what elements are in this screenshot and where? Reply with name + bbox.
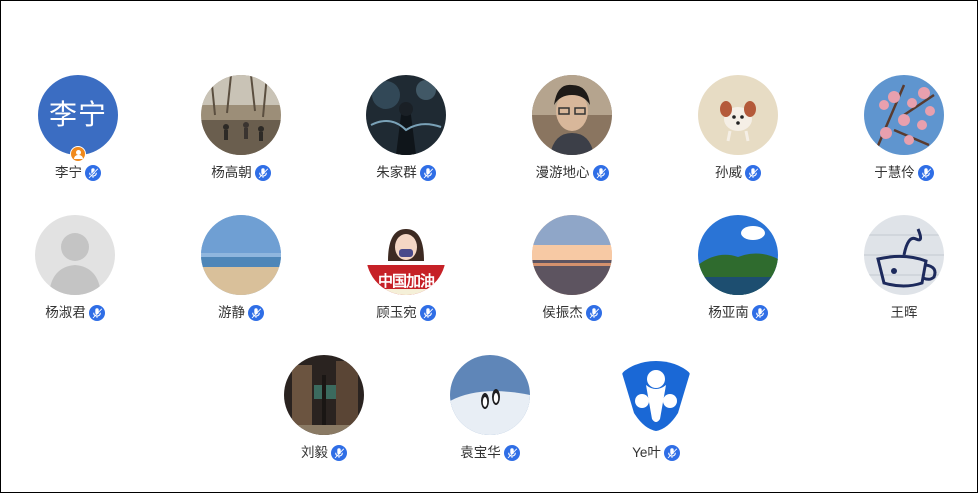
verified-mic-icon — [331, 445, 347, 461]
avatar-photo — [201, 75, 281, 155]
member-name: 刘毅 — [301, 445, 328, 460]
member-name: 朱家群 — [376, 165, 417, 180]
verified-mic-icon — [254, 165, 271, 181]
avatar-photo — [450, 355, 530, 435]
verified-mic-icon — [585, 305, 602, 321]
member-name: 王晖 — [890, 305, 918, 320]
member-name: 游静 — [218, 305, 245, 320]
member-card[interactable]: 漫游地心 — [492, 75, 652, 182]
verified-mic-icon — [751, 305, 768, 321]
verified-mic-icon — [592, 165, 609, 181]
avatar-photo — [698, 75, 778, 155]
member-card[interactable]: Ye叶 — [576, 355, 736, 462]
member-card[interactable]: 杨高朝 — [161, 75, 321, 182]
member-name: 杨亚南 — [708, 305, 749, 320]
member-name: 于慧伶 — [874, 165, 915, 180]
member-card[interactable]: 朱家群 — [326, 75, 486, 182]
member-card[interactable]: 孙威 — [658, 75, 818, 182]
member-grid-panel: 李宁 李宁 杨高朝 朱家群 漫游地心 孙威 于慧伶 杨淑君 游静 中国加油 顾玉… — [0, 0, 978, 493]
avatar-photo — [698, 215, 778, 295]
member-card[interactable]: 于慧伶 — [824, 75, 978, 182]
user-role-badge-icon — [70, 146, 86, 162]
verified-mic-icon — [917, 165, 934, 181]
verified-mic-icon — [419, 165, 436, 181]
avatar-photo — [864, 215, 944, 295]
avatar-photo — [864, 75, 944, 155]
verified-mic-icon — [85, 165, 101, 181]
member-name: 李宁 — [55, 165, 82, 180]
member-card[interactable]: 中国加油 顾玉宛 — [326, 215, 486, 322]
avatar-photo — [366, 75, 446, 155]
avatar-logo — [616, 355, 696, 435]
member-name: 袁宝华 — [460, 445, 501, 460]
member-card[interactable]: 游静 — [161, 215, 321, 322]
member-card[interactable]: 袁宝华 — [410, 355, 570, 462]
member-card[interactable]: 刘毅 — [244, 355, 404, 462]
member-card[interactable]: 侯振杰 — [492, 215, 652, 322]
avatar-text: 李宁 — [38, 75, 118, 155]
verified-mic-icon — [745, 165, 761, 181]
member-grid: 李宁 李宁 杨高朝 朱家群 漫游地心 孙威 于慧伶 杨淑君 游静 中国加油 顾玉… — [1, 1, 978, 494]
verified-mic-icon — [663, 445, 680, 461]
verified-mic-icon — [503, 445, 520, 461]
verified-mic-icon — [88, 305, 105, 321]
member-name: 孙威 — [715, 165, 742, 180]
avatar-initials: 李宁 — [48, 99, 107, 130]
avatar-caption: 中国加油 — [377, 273, 435, 290]
member-card[interactable]: 杨亚南 — [658, 215, 818, 322]
avatar-photo — [532, 215, 612, 295]
member-card[interactable]: 杨淑君 — [0, 215, 155, 322]
member-name: Ye叶 — [632, 445, 661, 460]
member-name: 杨淑君 — [45, 305, 86, 320]
member-name: 漫游地心 — [535, 165, 590, 180]
verified-mic-icon — [419, 305, 436, 321]
member-card[interactable]: 王晖 — [824, 215, 978, 322]
verified-mic-icon — [248, 305, 264, 321]
avatar-photo — [201, 215, 281, 295]
member-name: 杨高朝 — [211, 165, 252, 180]
avatar-photo — [284, 355, 364, 435]
avatar-default — [35, 215, 115, 295]
member-card-lining[interactable]: 李宁 李宁 — [0, 75, 158, 182]
avatar-photo — [532, 75, 612, 155]
member-name: 顾玉宛 — [376, 305, 417, 320]
member-name: 侯振杰 — [542, 305, 583, 320]
avatar-photo: 中国加油 — [366, 215, 446, 295]
